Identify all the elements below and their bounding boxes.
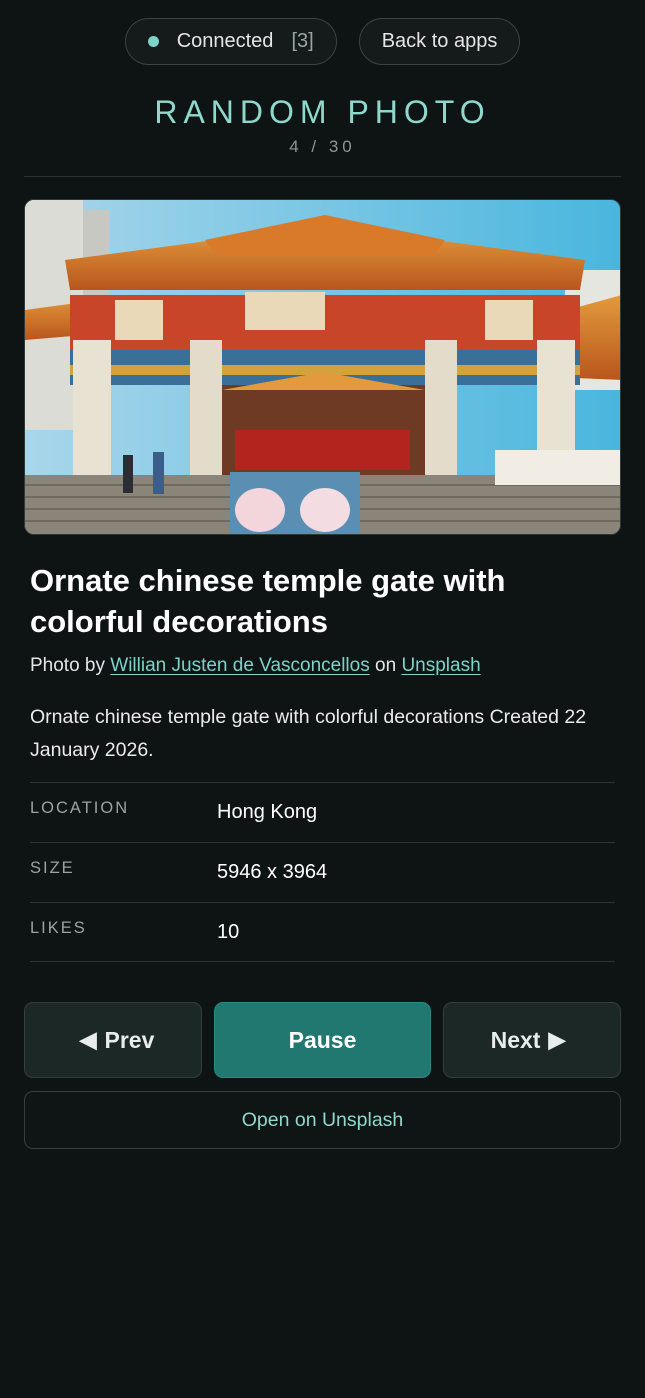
triangle-left-icon: ◀ xyxy=(79,1027,97,1052)
prev-button[interactable]: ◀ Prev xyxy=(24,1002,202,1078)
photo-description: Ornate chinese temple gate with colorful… xyxy=(30,706,587,761)
prev-label: Prev xyxy=(104,1026,155,1053)
meta-row-location: LOCATION Hong Kong xyxy=(30,782,615,842)
photo-title: Ornate chinese temple gate with colorful… xyxy=(30,563,506,639)
credit-middle: on xyxy=(375,655,397,676)
meta-key: SIZE xyxy=(30,859,75,877)
playback-controls: ◀ Prev Pause Next ▶ xyxy=(24,1002,621,1078)
photo-image xyxy=(24,199,621,535)
pause-button[interactable]: Pause xyxy=(214,1002,431,1078)
status-count: [3] xyxy=(291,30,314,52)
meta-value: 10 xyxy=(217,920,240,943)
meta-key: LOCATION xyxy=(30,799,130,817)
meta-value: Hong Kong xyxy=(217,801,318,823)
meta-key: LIKES xyxy=(30,918,87,937)
photo-counter: 4 / 30 xyxy=(289,137,356,156)
triangle-right-icon: ▶ xyxy=(548,1027,566,1052)
connection-status: Connected [3] xyxy=(124,18,337,65)
photo-credit: Photo by Willian Justen de Vasconcellos … xyxy=(30,655,481,677)
next-label: Next xyxy=(490,1026,541,1053)
status-label: Connected xyxy=(176,30,274,52)
meta-row-likes: LIKES 10 xyxy=(30,902,615,962)
meta-row-size: SIZE 5946 x 3964 xyxy=(30,842,615,902)
top-bar: Connected [3] Back to apps xyxy=(0,18,645,65)
photo-metadata: LOCATION Hong Kong SIZE 5946 x 3964 LIKE… xyxy=(30,782,615,962)
pause-label: Pause xyxy=(288,1026,357,1053)
next-button[interactable]: Next ▶ xyxy=(443,1002,621,1078)
header-divider xyxy=(24,176,621,177)
status-dot-icon xyxy=(147,36,159,47)
meta-value: 5946 x 3964 xyxy=(217,861,328,883)
source-link[interactable]: Unsplash xyxy=(401,655,480,676)
page-title: RANDOM PHOTO xyxy=(154,94,491,130)
back-to-apps-button[interactable]: Back to apps xyxy=(358,18,521,65)
open-on-unsplash-button[interactable]: Open on Unsplash xyxy=(24,1091,621,1149)
author-link[interactable]: Willian Justen de Vasconcellos xyxy=(110,655,369,676)
credit-prefix: Photo by xyxy=(30,655,105,676)
